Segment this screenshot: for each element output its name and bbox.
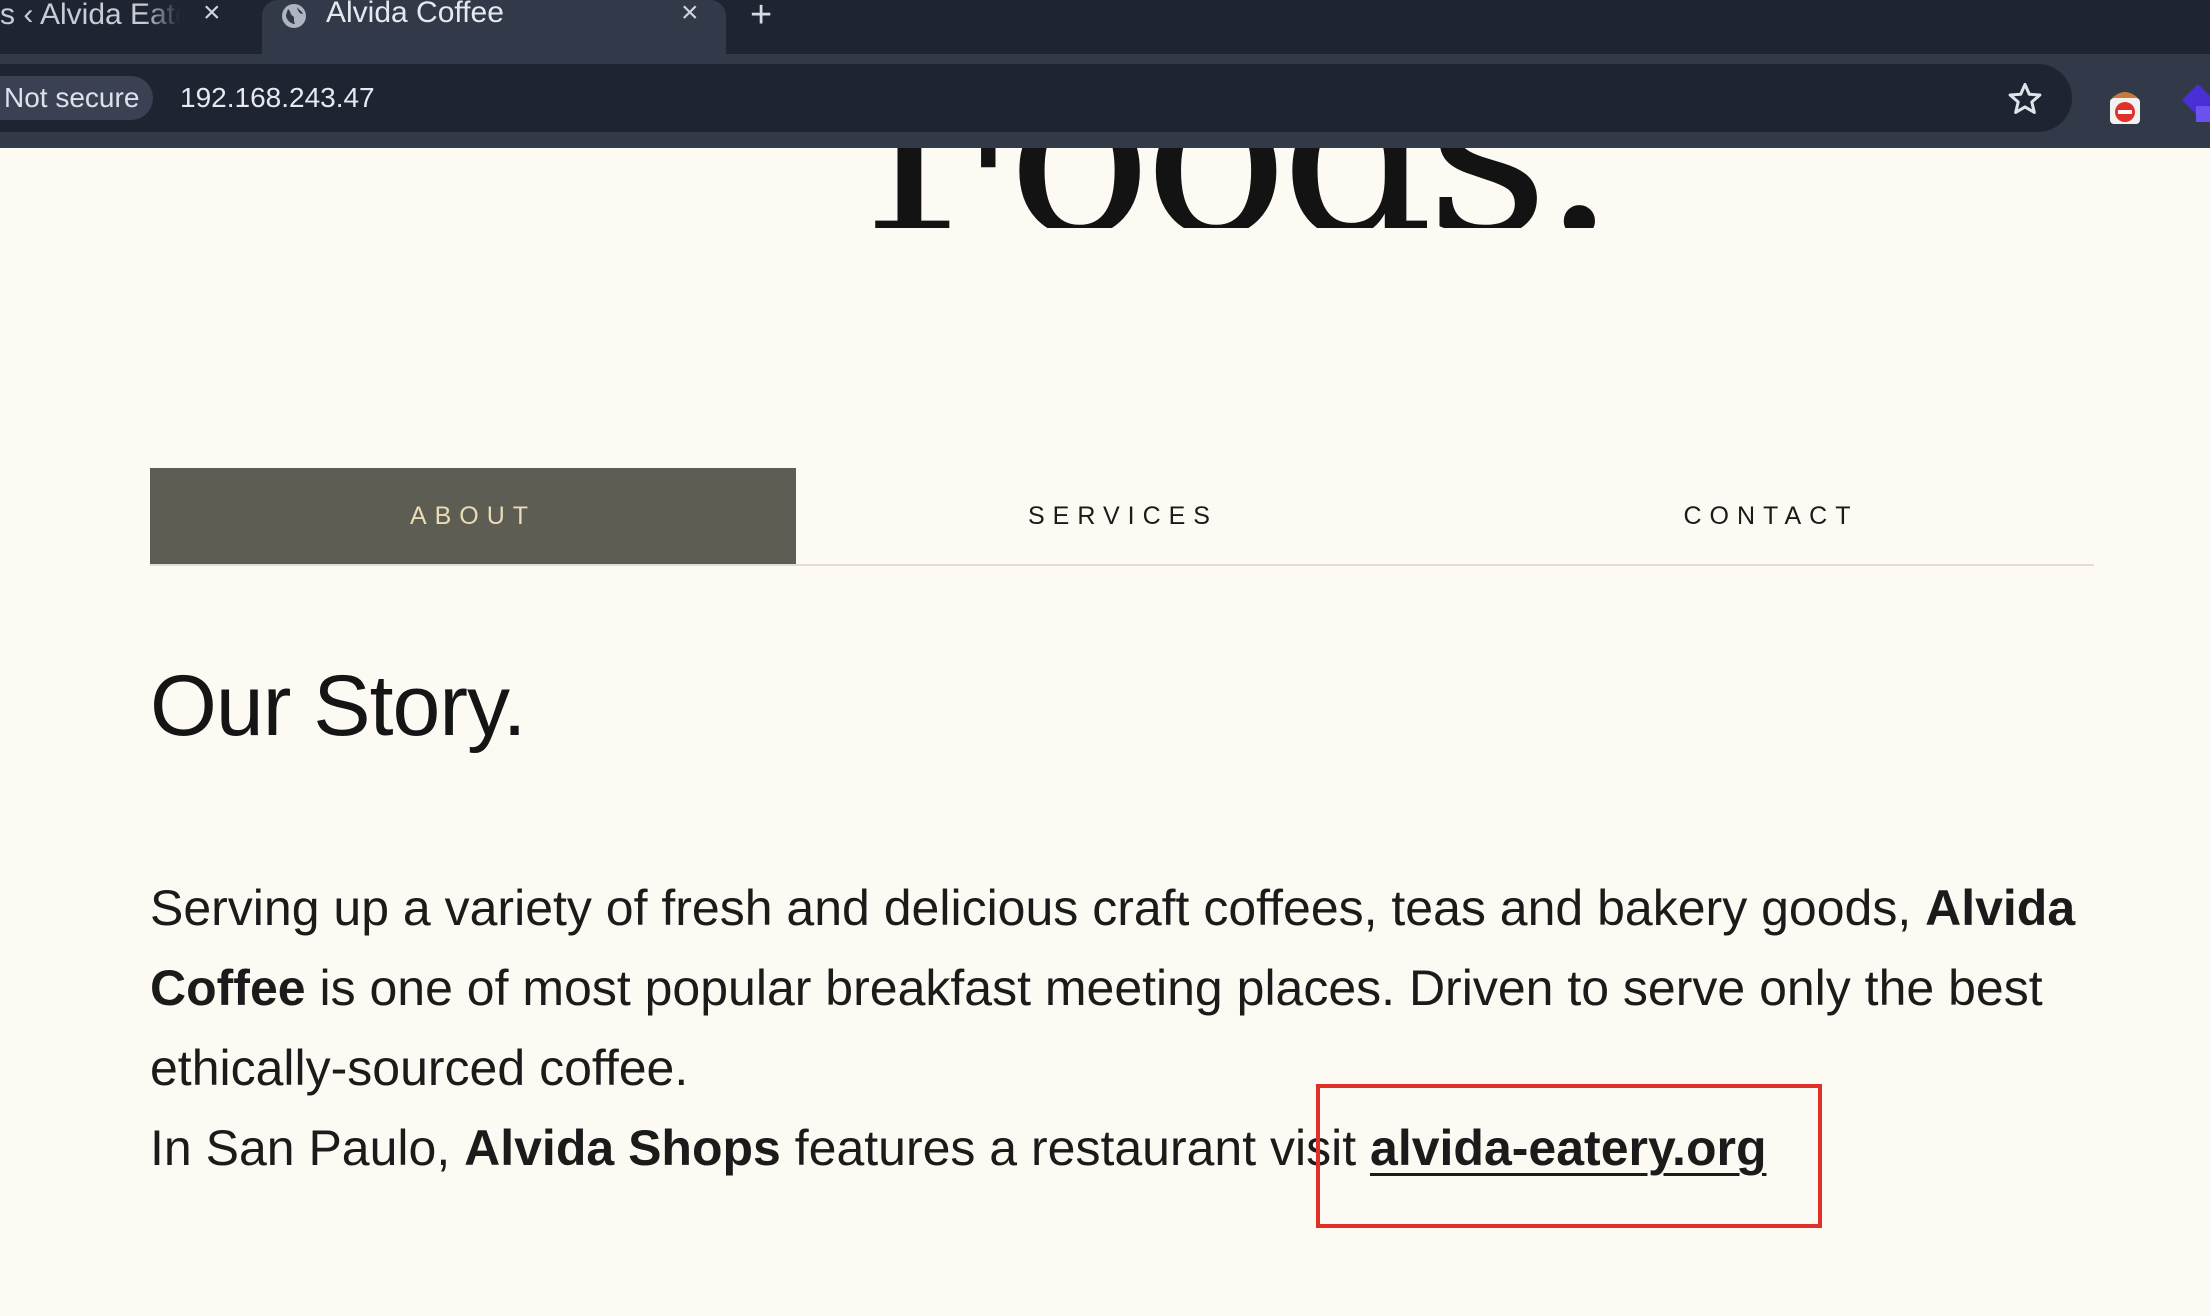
hero-title-fragment: Foods. <box>0 148 2210 228</box>
text: In San Paulo, <box>150 1120 465 1176</box>
new-tab-button[interactable]: + <box>750 0 772 34</box>
shop-name: Alvida Shops <box>464 1120 781 1176</box>
browser-tab-strip: s ‹ Alvida Eater × Alvida Coffee × + <box>0 0 2210 54</box>
address-bar[interactable]: Not secure 192.168.243.47 <box>0 64 2072 132</box>
hero-title-text: Foods. <box>862 148 1617 228</box>
text: Serving up a variety of fresh and delici… <box>150 880 1926 936</box>
close-icon[interactable]: × <box>203 0 221 28</box>
text: ethically-sourced coffee. <box>150 1040 689 1096</box>
eatery-link[interactable]: alvida-eatery.org <box>1370 1120 1766 1176</box>
tab-about[interactable]: ABOUT <box>150 468 796 564</box>
url-text[interactable]: 192.168.243.47 <box>180 76 375 120</box>
text: features a restaurant visit <box>780 1120 1371 1176</box>
browser-tab-active[interactable]: Alvida Coffee × <box>262 0 726 54</box>
star-icon[interactable] <box>2006 80 2044 118</box>
tab-title: Alvida Coffee <box>326 0 504 29</box>
section-tabs: ABOUT SERVICES CONTACT <box>150 468 2094 566</box>
security-indicator[interactable]: Not secure <box>0 76 154 120</box>
brand-name: Alvida <box>1925 880 2076 936</box>
globe-icon <box>282 4 306 28</box>
extension-icon[interactable] <box>2178 80 2210 128</box>
tab-services[interactable]: SERVICES <box>800 468 1446 564</box>
story-paragraph: Serving up a variety of fresh and delici… <box>150 868 2110 1188</box>
text-line: In San Paulo, Alvida Shops features a re… <box>150 1108 2110 1188</box>
text: is one of most popular breakfast meeting… <box>305 960 2043 1016</box>
text-line: Coffee is one of most popular breakfast … <box>150 948 2110 1028</box>
text-line: ethically-sourced coffee. <box>150 1028 2110 1108</box>
text-line: Serving up a variety of fresh and delici… <box>150 868 2110 948</box>
tab-contact[interactable]: CONTACT <box>1448 468 2094 564</box>
browser-tab-inactive[interactable]: s ‹ Alvida Eater × <box>0 0 256 54</box>
extension-icon[interactable] <box>2102 84 2148 130</box>
brand-name: Coffee <box>150 960 306 1016</box>
close-icon[interactable]: × <box>681 0 699 28</box>
section-heading: Our Story. <box>150 658 526 754</box>
browser-toolbar: Not secure 192.168.243.47 <box>0 54 2210 148</box>
tab-title: s ‹ Alvida Eater <box>0 0 180 30</box>
